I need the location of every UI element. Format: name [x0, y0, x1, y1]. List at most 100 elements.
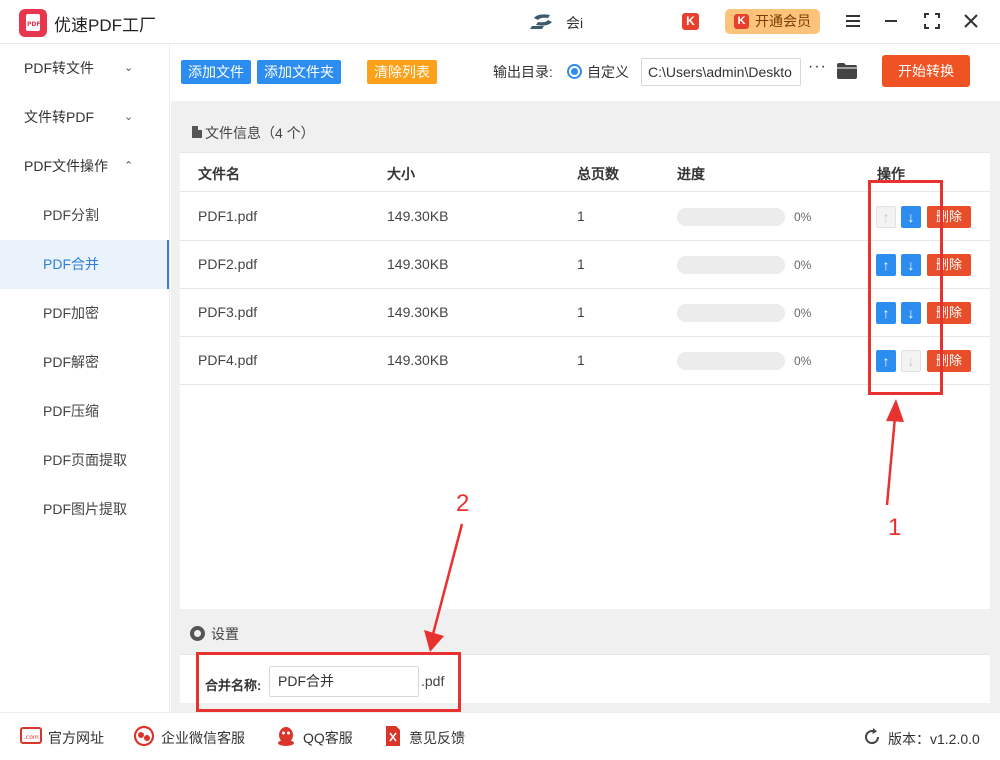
- add-file-button[interactable]: 添加文件: [181, 60, 251, 84]
- sidebar-item-merge[interactable]: PDF合并: [0, 240, 169, 289]
- sidebar-item-encrypt[interactable]: PDF加密: [0, 289, 169, 338]
- file-size: 149.30KB: [387, 304, 449, 320]
- vip-button[interactable]: K 开通会员: [725, 9, 820, 34]
- settings-title: 设置: [211, 626, 239, 642]
- progress-text: 0%: [794, 258, 812, 272]
- move-down-button[interactable]: ↓: [901, 206, 921, 228]
- delete-button[interactable]: 删除: [927, 350, 971, 372]
- wechat-service-icon[interactable]: [133, 725, 155, 747]
- delete-button[interactable]: 删除: [927, 206, 971, 228]
- title-bar: PDF 优速PDF工厂 会i K K 开通会员: [0, 0, 1000, 44]
- file-pages: 1: [577, 304, 585, 320]
- folder-icon[interactable]: [836, 62, 858, 80]
- document-icon: [192, 126, 202, 138]
- chevron-down-icon: ⌄: [124, 111, 134, 123]
- minimize-icon[interactable]: [879, 9, 903, 33]
- column-header-size: 大小: [387, 166, 415, 182]
- sidebar-item-decrypt[interactable]: PDF解密: [0, 338, 169, 387]
- file-pages: 1: [577, 352, 585, 368]
- progress-bar: [677, 208, 785, 226]
- move-down-button[interactable]: ↓: [901, 254, 921, 276]
- vip-k-icon: K: [734, 14, 749, 29]
- main-area: 添加文件 添加文件夹 清除列表 输出目录: 自定义 C:\Users\admin…: [171, 44, 1000, 712]
- clear-list-button[interactable]: 清除列表: [367, 60, 437, 84]
- close-icon[interactable]: [959, 9, 983, 33]
- promo-text[interactable]: 会i: [566, 13, 583, 33]
- sidebar: PDF转文件 ⌄ 文件转PDF ⌄ PDF文件操作 ⌃ PDF分割 PDF合并 …: [0, 44, 170, 712]
- sidebar-group-pdf-to-file[interactable]: PDF转文件 ⌄: [0, 44, 169, 93]
- start-convert-button[interactable]: 开始转换: [882, 55, 970, 87]
- sidebar-item-split[interactable]: PDF分割: [0, 191, 169, 240]
- footer-link-website[interactable]: 官方网址: [48, 728, 104, 748]
- footer-link-wechat[interactable]: 企业微信客服: [161, 728, 245, 748]
- footer-link-qq[interactable]: QQ客服: [303, 728, 353, 748]
- maximize-icon[interactable]: [920, 9, 944, 33]
- table-row: PDF4.pdf 149.30KB 1 0% ↑ ↓ 删除: [180, 337, 990, 385]
- column-header-actions: 操作: [877, 166, 905, 182]
- merge-name-input[interactable]: PDF合并: [269, 666, 419, 697]
- column-header-progress: 进度: [677, 166, 705, 182]
- progress-text: 0%: [794, 210, 812, 224]
- custom-dir-radio-label[interactable]: 自定义: [587, 62, 629, 82]
- file-name: PDF1.pdf: [198, 208, 258, 224]
- add-folder-button[interactable]: 添加文件夹: [257, 60, 341, 84]
- chevron-down-icon: ⌄: [124, 62, 134, 74]
- move-up-button[interactable]: ↑: [876, 206, 896, 228]
- merge-name-extension: .pdf: [421, 673, 445, 689]
- more-options-icon[interactable]: ···: [808, 58, 827, 76]
- progress-bar: [677, 352, 785, 370]
- app-title: 优速PDF工厂: [54, 16, 156, 35]
- sidebar-group-label: 文件转PDF: [24, 109, 94, 125]
- progress-bar: [677, 304, 785, 322]
- move-down-button[interactable]: ↓: [901, 350, 921, 372]
- table-header: 文件名 大小 总页数 进度 操作: [180, 154, 990, 192]
- sidebar-group-file-to-pdf[interactable]: 文件转PDF ⌄: [0, 93, 169, 142]
- footer: .com 官方网址 企业微信客服 QQ客服 意见反馈 版本：v1.2.0.0: [0, 712, 1000, 760]
- merge-name-label: 合并名称:: [205, 678, 262, 693]
- output-dir-label: 输出目录:: [493, 64, 553, 80]
- move-up-button[interactable]: ↑: [876, 254, 896, 276]
- file-info-panel: 文件信息（4 个） 文件名 大小 总页数 进度 操作 PDF1.pdf 149.3…: [180, 111, 990, 609]
- custom-dir-radio[interactable]: [567, 64, 582, 79]
- file-size: 149.30KB: [387, 208, 449, 224]
- file-name: PDF3.pdf: [198, 304, 258, 320]
- table-row: PDF1.pdf 149.30KB 1 0% ↑ ↓ 删除: [180, 193, 990, 241]
- sidebar-group-label: PDF转文件: [24, 60, 94, 76]
- progress-text: 0%: [794, 354, 812, 368]
- output-path-input[interactable]: C:\Users\admin\Deskto: [641, 58, 801, 86]
- annotation-label-1: 1: [888, 514, 902, 541]
- gear-icon: [190, 626, 205, 641]
- k-badge-icon[interactable]: K: [682, 13, 699, 30]
- move-up-button[interactable]: ↑: [876, 302, 896, 324]
- menu-icon[interactable]: [841, 9, 865, 33]
- delete-button[interactable]: 删除: [927, 302, 971, 324]
- sidebar-item-compress[interactable]: PDF压缩: [0, 387, 169, 436]
- sidebar-item-image-extract[interactable]: PDF图片提取: [0, 485, 169, 534]
- file-size: 149.30KB: [387, 256, 449, 272]
- annotation-label-2: 2: [456, 490, 470, 517]
- version-text: 版本：v1.2.0.0: [888, 731, 980, 747]
- refresh-icon[interactable]: [862, 727, 882, 747]
- settings-header: 设置: [180, 611, 990, 655]
- column-header-pages: 总页数: [577, 166, 619, 182]
- website-icon[interactable]: .com: [20, 725, 42, 747]
- settings-panel: 设置 合并名称: PDF合并 .pdf: [180, 611, 990, 703]
- promo-s-icon[interactable]: [530, 12, 556, 32]
- move-down-button[interactable]: ↓: [901, 302, 921, 324]
- delete-button[interactable]: 删除: [927, 254, 971, 276]
- file-name: PDF2.pdf: [198, 256, 258, 272]
- sidebar-group-pdf-operations[interactable]: PDF文件操作 ⌃: [0, 142, 169, 191]
- qq-icon[interactable]: [275, 725, 297, 747]
- file-info-header: 文件信息（4 个）: [180, 111, 990, 153]
- chevron-up-icon: ⌃: [124, 160, 134, 172]
- move-up-button[interactable]: ↑: [876, 350, 896, 372]
- file-pages: 1: [577, 208, 585, 224]
- footer-link-feedback[interactable]: 意见反馈: [409, 728, 465, 748]
- table-row: PDF2.pdf 149.30KB 1 0% ↑ ↓ 删除: [180, 241, 990, 289]
- vip-button-label: 开通会员: [755, 13, 811, 29]
- file-pages: 1: [577, 256, 585, 272]
- feedback-icon[interactable]: [382, 725, 404, 747]
- sidebar-item-page-extract[interactable]: PDF页面提取: [0, 436, 169, 485]
- column-header-name: 文件名: [198, 166, 240, 182]
- progress-text: 0%: [794, 306, 812, 320]
